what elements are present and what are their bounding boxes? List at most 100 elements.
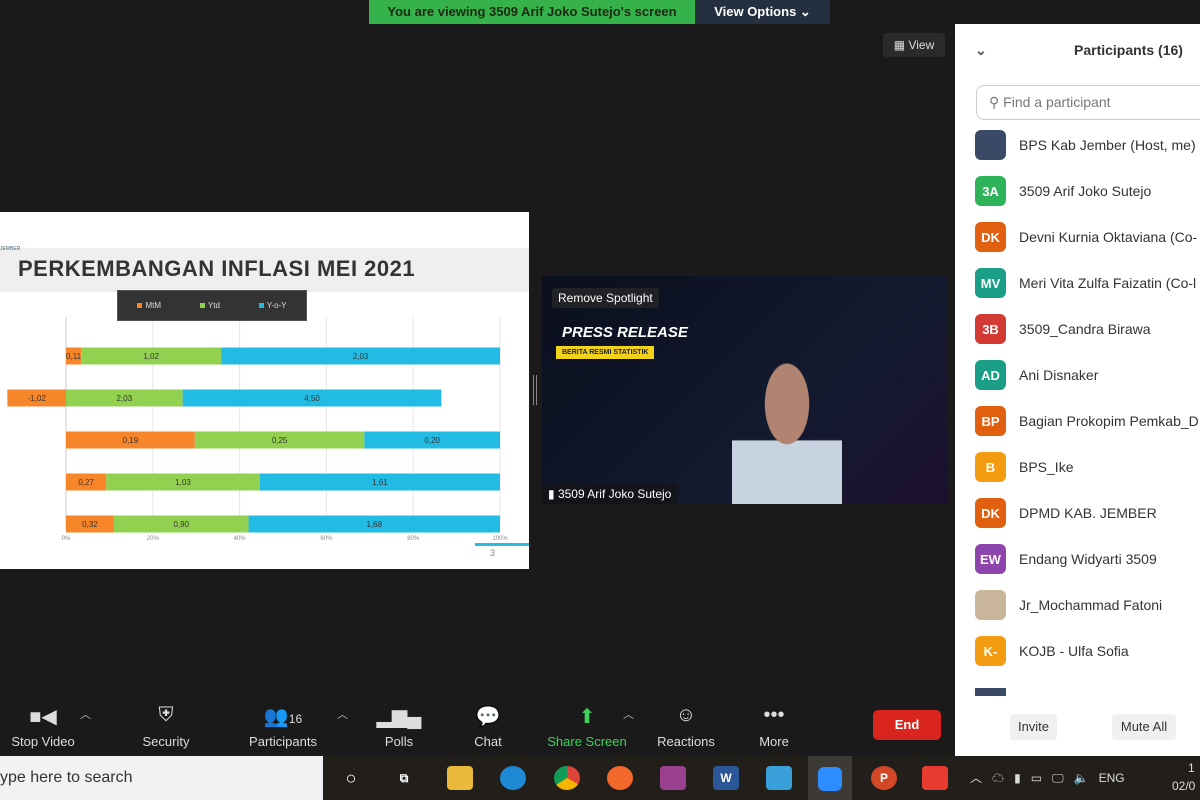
chevron-down-icon[interactable]: ⌄ [975, 42, 987, 59]
stop-video-button[interactable]: ■◀ Stop Video [11, 704, 74, 749]
smiley-icon: ☺ [675, 704, 697, 726]
data-label: 0,11 [66, 352, 82, 361]
video-options-caret[interactable]: ︿ [80, 706, 91, 722]
participant-row[interactable]: 3B 3509_Candra Birawa [975, 314, 1151, 344]
word-icon[interactable]: W [713, 766, 739, 790]
meeting-toolbar: ■◀ Stop Video ︿ ⛨ Security 👥16 Participants… [0, 696, 955, 756]
data-label: -1,02 [28, 394, 47, 403]
participant-row-cut[interactable] [975, 688, 1019, 696]
chat-label: Chat [474, 734, 502, 749]
avatar: AD [975, 360, 1006, 390]
participant-row[interactable]: EW Endang Widyarti 3509 [975, 544, 1157, 574]
windows-taskbar: ype here to search ○ ⧉ W P ︿ ☁ ▮ ▭ 🖵 🔈 E… [0, 756, 1200, 800]
chat-icon: 💬 [475, 706, 501, 728]
view-options-button[interactable]: View Options ⌄ [695, 0, 830, 24]
brs-text: BERITA RESMI STATISTIK [556, 346, 655, 359]
share-caret[interactable]: ︿ [623, 706, 634, 722]
participants-label: Participants [249, 734, 317, 749]
participant-row[interactable]: K- KOJB - Ulfa Sofia [975, 636, 1129, 666]
participant-name: Endang Widyarti 3509 [1019, 551, 1157, 567]
data-label: 0,19 [123, 436, 139, 445]
reactions-label: Reactions [657, 734, 715, 749]
data-label: 1,61 [372, 478, 388, 487]
people-icon: 👥16 [263, 706, 303, 728]
pdf-icon[interactable] [922, 766, 948, 790]
more-button[interactable]: ••• More [759, 704, 789, 749]
zoom-taskbar-icon[interactable] [808, 756, 852, 800]
participant-row[interactable]: 3A 3509 Arif Joko Sutejo [975, 176, 1151, 206]
participants-caret[interactable]: ︿ [337, 706, 348, 722]
x-tick-label: 80% [407, 536, 420, 542]
participant-name: Devni Kurnia Oktaviana (Co- [1019, 229, 1198, 245]
invite-button[interactable]: Invite [1010, 714, 1057, 740]
usb-icon[interactable]: ▮ [1014, 771, 1021, 785]
view-button[interactable]: ▦ View [883, 33, 945, 57]
legend-item: Ytd [199, 301, 220, 310]
participant-row[interactable]: DK DPMD KAB. JEMBER [975, 498, 1157, 528]
participants-button[interactable]: 👥16 Participants [249, 704, 317, 749]
tray-chevron-icon[interactable]: ︿ [970, 771, 982, 785]
task-view-icon[interactable]: ⧉ [391, 766, 417, 790]
participant-row[interactable]: AD Ani Disnaker [975, 360, 1098, 390]
share-screen-button[interactable]: ⬆ Share Screen [547, 704, 627, 749]
language-indicator[interactable]: ENG [1099, 771, 1125, 785]
participant-name: Meri Vita Zulfa Faizatin (Co-l [1019, 275, 1197, 291]
x-tick-label: 40% [234, 536, 247, 542]
data-label: 1,02 [143, 352, 159, 361]
security-button[interactable]: ⛨ Security [143, 704, 190, 749]
cortana-icon[interactable]: ○ [338, 766, 364, 790]
x-tick-label: 0% [62, 536, 71, 542]
x-tick-label: 20% [147, 536, 160, 542]
signal-icon: ▮ [548, 487, 558, 501]
polls-button[interactable]: ▂▆▄ Polls [377, 704, 422, 749]
network-icon[interactable]: 🖵 [1052, 771, 1064, 785]
participant-row[interactable]: BP Bagian Prokopim Pemkab_D [975, 406, 1199, 436]
onedrive-icon[interactable]: ☁ [992, 771, 1004, 785]
reactions-button[interactable]: ☺ Reactions [657, 704, 715, 749]
clock-date[interactable]: 02/0 [1172, 779, 1195, 793]
clock-time[interactable]: 1 [1188, 761, 1195, 775]
legend-item: MtM [137, 301, 161, 310]
panel-title: Participants (16) [1074, 42, 1183, 58]
avatar: EW [975, 544, 1006, 574]
chrome-icon[interactable] [554, 766, 580, 790]
security-label: Security [142, 734, 190, 749]
winrar-icon[interactable] [660, 766, 686, 790]
volume-icon[interactable]: 🔈 [1074, 771, 1089, 785]
participant-row[interactable]: MV Meri Vita Zulfa Faizatin (Co-l [975, 268, 1196, 298]
participants-panel: ⌄ Participants (16) ⚲ Find a participant … [955, 24, 1200, 756]
powerpoint-icon[interactable]: P [871, 766, 897, 790]
participant-row[interactable]: BPS Kab Jember (Host, me) [975, 130, 1196, 160]
participant-name: 3509 Arif Joko Sutejo [1019, 183, 1152, 199]
battery-icon[interactable]: ▭ [1031, 771, 1042, 785]
legend-label: Y-o-Y [266, 301, 287, 310]
edge-icon[interactable] [500, 766, 526, 790]
file-explorer-icon[interactable] [447, 766, 473, 790]
video-camera-icon: ■◀ [29, 706, 57, 728]
search-icon: ⚲ [989, 94, 1004, 110]
firefox-icon[interactable] [607, 766, 633, 790]
mute-all-button[interactable]: Mute All [1112, 714, 1176, 740]
participant-search-input[interactable]: ⚲ Find a participant [976, 85, 1200, 120]
participant-row[interactable]: DK Devni Kurnia Oktaviana (Co- [975, 222, 1197, 252]
shield-icon: ⛨ [158, 704, 174, 726]
more-label: More [759, 734, 789, 749]
participant-name: Jr_Mochammad Fatoni [1019, 597, 1163, 613]
shared-slide: JEMBER PERKEMBANGAN INFLASI MEI 2021 0% 2… [0, 212, 529, 569]
avatar: 3A [975, 176, 1006, 206]
data-label: 0,20 [424, 436, 440, 445]
end-button[interactable]: End [873, 710, 941, 740]
data-label: 1,68 [367, 520, 383, 529]
avatar [975, 590, 1006, 620]
stop-video-label: Stop Video [11, 734, 75, 749]
data-label: 0,27 [78, 478, 94, 487]
chat-button[interactable]: 💬 Chat [474, 704, 501, 749]
participant-name: KOJB - Ulfa Sofia [1019, 643, 1129, 659]
remove-spotlight-button[interactable]: Remove Spotlight [552, 288, 659, 308]
participant-row[interactable]: B BPS_Ike [975, 452, 1073, 482]
resize-handle[interactable] [533, 375, 537, 405]
avatar: DK [975, 222, 1006, 252]
taskbar-search-input[interactable]: ype here to search [0, 756, 323, 800]
participant-row[interactable]: Jr_Mochammad Fatoni [975, 590, 1162, 620]
photos-icon[interactable] [766, 766, 792, 790]
